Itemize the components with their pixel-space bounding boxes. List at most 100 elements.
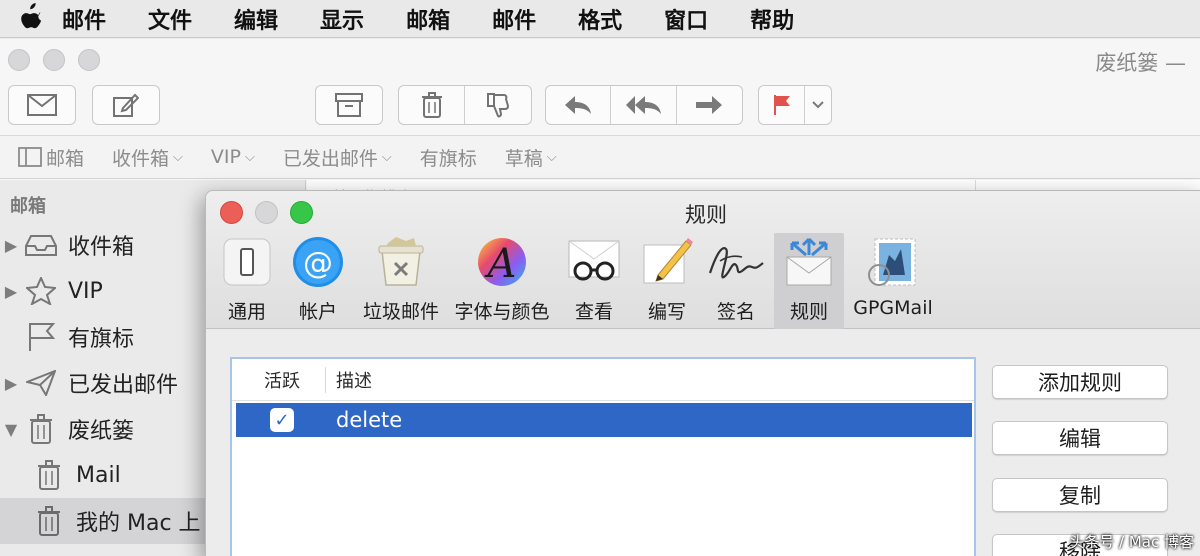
archive-button[interactable] [315,85,383,125]
menu-mail[interactable]: 邮件 [62,3,106,35]
trash-icon [30,460,68,490]
paper-plane-icon [22,370,60,396]
inbox-icon [22,234,60,256]
tab-label: 帐户 [298,301,337,323]
tab-general[interactable]: 通用 [216,233,278,329]
compose-button[interactable] [92,85,160,125]
delete-junk-group [398,85,532,125]
rule-active-checkbox[interactable]: ✓ [270,408,294,432]
reply-all-button[interactable] [611,86,677,124]
sidebar-toggle-icon [18,147,42,167]
tab-rules[interactable]: 规则 [774,233,844,329]
sidebar-item-label: 我的 Mac 上 [76,511,201,536]
menu-help[interactable]: 帮助 [750,3,794,35]
reply-button[interactable] [546,86,612,124]
favorites-inbox[interactable]: 收件箱 ⌵ [112,144,183,171]
trash-icon [22,414,60,444]
favorites-flagged[interactable]: 有旗标 [420,144,477,171]
favorites-vip[interactable]: VIP ⌵ [211,146,255,168]
favorites-drafts[interactable]: 草稿 ⌵ [505,144,557,171]
menu-window[interactable]: 窗口 [664,3,708,35]
favorites-vip-label: VIP [210,146,241,168]
rules-preferences-window: 规则 通用 @ 帐户 垃圾邮件 A 字体与颜色 查看 编写 签名 规则 GPGM… [205,190,1200,556]
sidebar-item-label: 废纸篓 [68,419,135,444]
chevron-down-icon [812,101,824,109]
font-color-icon: A [472,233,532,291]
reply-group [545,85,743,125]
menu-mailbox[interactable]: 邮箱 [406,3,450,35]
tab-viewing[interactable]: 查看 [562,233,626,329]
tab-label: GPGMail [853,297,933,319]
glasses-icon [564,233,624,291]
column-header-description[interactable]: 描述 [326,367,372,393]
forward-button[interactable] [677,86,742,124]
mail-minimize-button[interactable] [43,49,65,71]
menu-message[interactable]: 邮件 [492,3,536,35]
preferences-toolbar: 规则 通用 @ 帐户 垃圾邮件 A 字体与颜色 查看 编写 签名 规则 GPGM… [206,191,1200,329]
duplicate-rule-button[interactable]: 复制 [992,478,1168,512]
forward-arrow-icon [696,96,723,114]
flag-menu-button[interactable] [805,86,831,124]
svg-text:@: @ [303,246,333,281]
menu-format[interactable]: 格式 [578,3,622,35]
switch-icon [217,233,277,291]
apple-menu-icon[interactable] [0,2,62,35]
disclosure-triangle-icon[interactable]: ▼ [0,420,22,439]
mail-close-button[interactable] [8,49,30,71]
delete-button[interactable] [399,86,465,124]
menu-view[interactable]: 显示 [320,3,364,35]
disclosure-triangle-icon[interactable]: ▶ [0,282,22,301]
add-rule-button[interactable]: 添加规则 [992,365,1168,399]
tab-junk-mail[interactable]: 垃圾邮件 [358,233,444,329]
star-icon [22,277,60,305]
reply-icon [565,96,592,114]
table-row[interactable]: ✓ delete [236,403,972,437]
tab-label: 字体与颜色 [454,301,550,323]
menu-edit[interactable]: 编辑 [234,3,278,35]
edit-rule-button[interactable]: 编辑 [992,421,1168,455]
column-header-active[interactable]: 活跃 [232,366,326,393]
get-mail-button[interactable] [8,85,76,125]
tab-label: 通用 [227,301,266,323]
favorites-bar: 邮箱 收件箱 ⌵ VIP ⌵ 已发出邮件 ⌵ 有旗标 草稿 ⌵ [0,135,1200,179]
tab-label: 垃圾邮件 [362,301,439,323]
table-header: 活跃 描述 [232,359,974,401]
tab-fonts-colors[interactable]: A 字体与颜色 [450,233,554,329]
chevron-down-icon: ⌵ [173,149,183,165]
tab-composing[interactable]: 编写 [636,233,698,329]
favorites-flagged-label: 有旗标 [419,147,477,170]
envelope-icon [27,94,57,116]
chevron-down-icon: ⌵ [546,149,557,165]
sidebar-item-label: Mail [76,462,121,488]
signature-icon [706,233,766,291]
favorites-sent[interactable]: 已发出邮件 ⌵ [283,144,392,171]
trash-icon [421,92,442,118]
tab-label: 查看 [574,301,613,323]
rule-description: delete [336,408,403,432]
flag-group [758,85,832,125]
rules-table[interactable]: 活跃 描述 ✓ delete [230,357,976,556]
tab-gpgmail[interactable]: GPGMail [850,233,936,329]
reply-all-icon [625,96,661,114]
favorites-inbox-label: 收件箱 [112,147,170,170]
favorites-mailboxes-label: 邮箱 [46,147,85,170]
compose-icon [113,93,139,117]
flag-icon [22,322,60,352]
tab-accounts[interactable]: @ 帐户 [286,233,350,329]
disclosure-triangle-icon[interactable]: ▶ [0,236,22,255]
sidebar-item-label: VIP [68,278,103,304]
mail-zoom-button[interactable] [78,49,100,71]
window-title: 废纸篓 — [1095,51,1186,75]
junk-button[interactable] [465,86,531,124]
sidebar-item-label: 有旗标 [68,327,135,352]
favorites-drafts-label: 草稿 [504,147,543,170]
watermark: 头条号 / Mac 博客 [1069,533,1194,551]
disclosure-triangle-icon[interactable]: ▶ [0,374,22,393]
tab-label: 签名 [716,301,755,323]
favorites-mailboxes[interactable]: 邮箱 [18,144,84,171]
chevron-down-icon: ⌵ [381,149,392,165]
tab-signatures[interactable]: 签名 [704,233,768,329]
flag-button[interactable] [759,86,805,124]
svg-text:A: A [484,241,517,287]
menu-file[interactable]: 文件 [148,3,192,35]
